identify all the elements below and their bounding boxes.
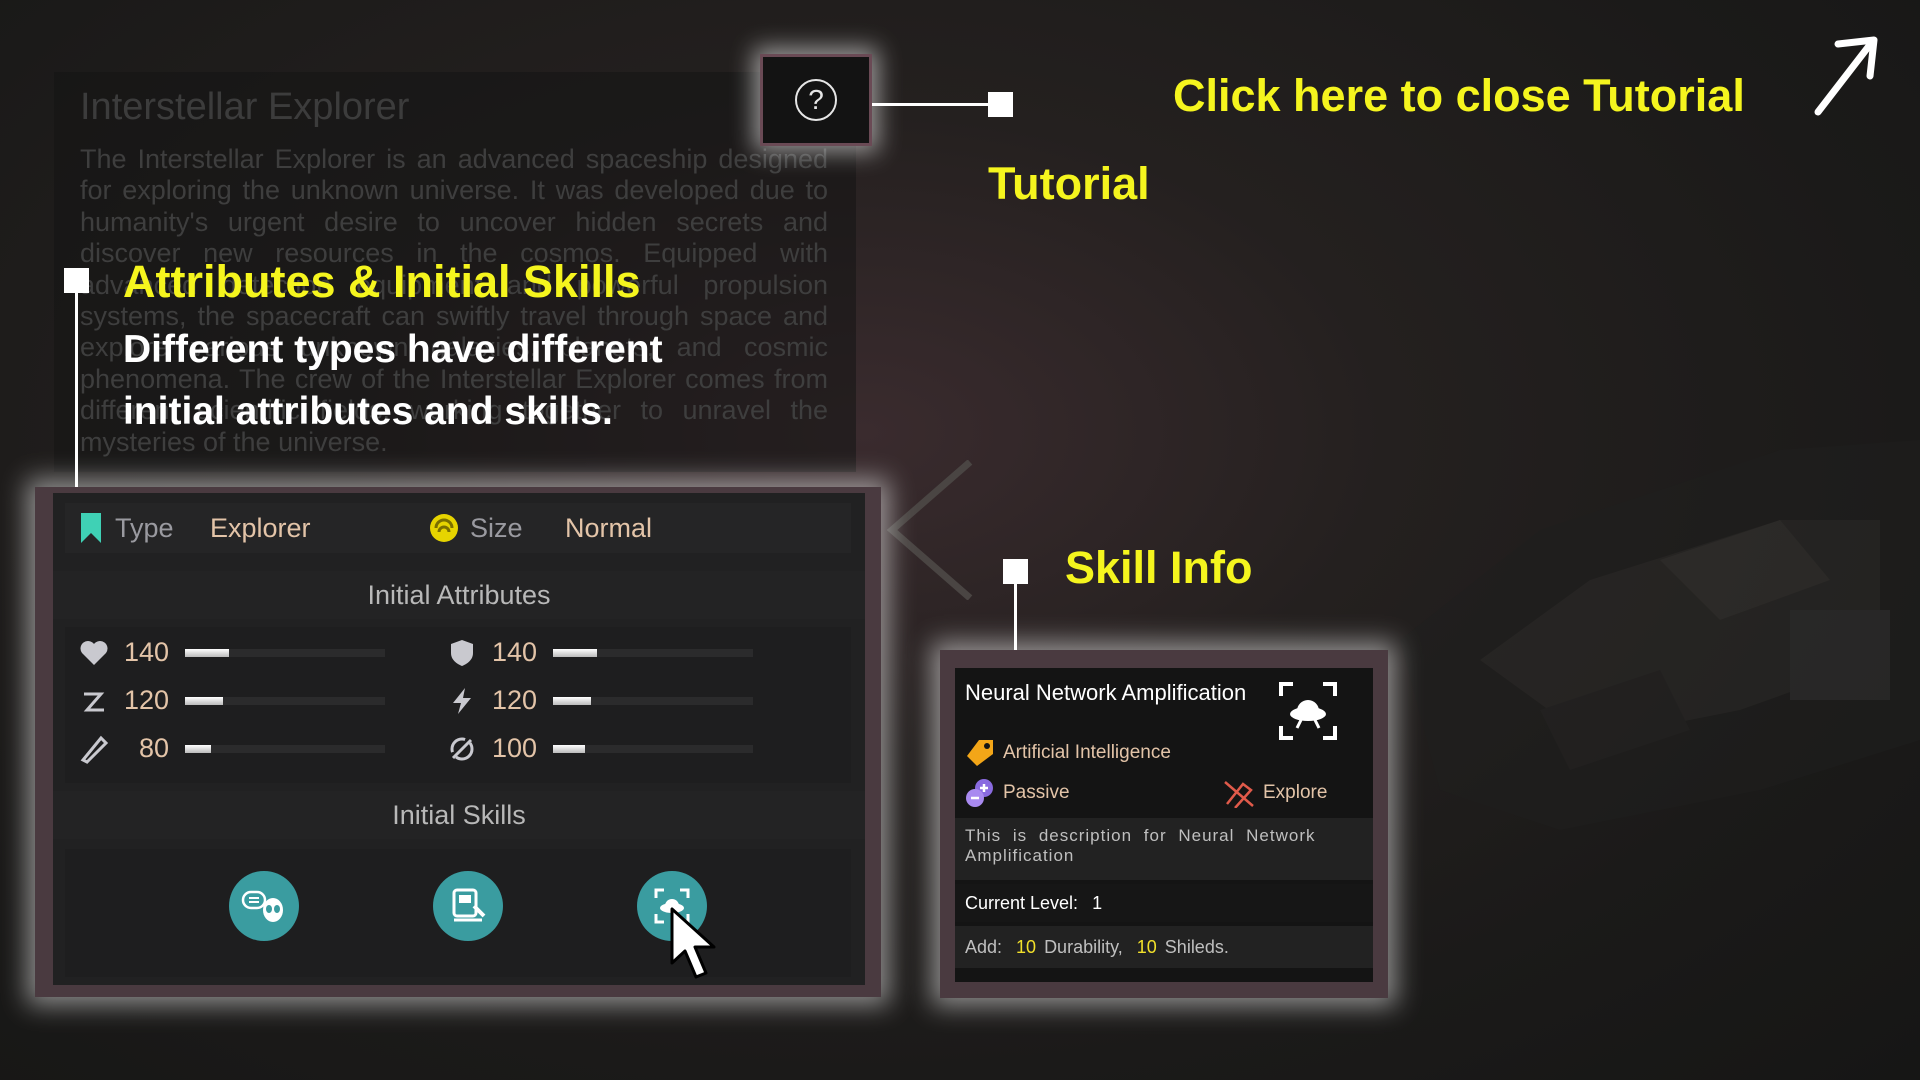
- add-shields-value: 10: [1136, 936, 1157, 957]
- stat-energy: 120: [447, 685, 753, 716]
- skill-bonus-row: Add: 10 Durability, 10 Shileds.: [955, 926, 1373, 968]
- speed-icon: [83, 692, 105, 711]
- add-durability-text: Durability,: [1044, 936, 1123, 957]
- level-value: 1: [1092, 892, 1103, 913]
- initial-skills-row: [65, 849, 851, 977]
- bookmark-icon: [81, 513, 101, 543]
- previous-chevron-icon: [886, 460, 973, 600]
- stat-bar: [553, 744, 753, 753]
- tag-icon: [967, 740, 993, 766]
- skill-mode: Passive: [1003, 782, 1070, 803]
- stat-bar-fill: [553, 744, 585, 753]
- stat-bar: [185, 648, 385, 657]
- skill-mode-row: Passive: [965, 778, 1070, 808]
- stat-bar-fill: [553, 648, 597, 657]
- stat-bar-fill: [185, 648, 229, 657]
- type-label: Type: [115, 512, 174, 543]
- stat-shield: 140: [447, 637, 753, 668]
- mouse-cursor-icon: [670, 907, 716, 979]
- skill-info-connector-marker: [1003, 559, 1028, 584]
- tutorial-connector-line: [872, 103, 990, 106]
- tutorial-help-button[interactable]: ?: [760, 54, 872, 146]
- add-label: Add:: [965, 936, 1003, 957]
- stat-value: 140: [123, 637, 169, 667]
- explore-icon: [1224, 781, 1254, 808]
- passive-plus-minus-icon: [966, 779, 993, 807]
- question-icon: ?: [795, 79, 837, 121]
- tutorial-label: Tutorial: [988, 158, 1150, 209]
- skill-info-connector-line: [1014, 582, 1017, 652]
- ufo-scan-icon: [1279, 682, 1337, 740]
- attributes-callout-title: Attributes & Initial Skills: [123, 256, 641, 307]
- shield-icon: [451, 639, 473, 666]
- skill-description: This is description for Neural Network A…: [955, 818, 1373, 880]
- skill-info-panel: Neural Network Amplification Artificial …: [940, 650, 1388, 998]
- skill-button-repair[interactable]: [433, 871, 503, 941]
- stat-value: 120: [491, 685, 537, 715]
- recycle-icon: [450, 737, 474, 760]
- stat-bar-fill: [185, 744, 211, 753]
- attributes-panel: Type Explorer Size Normal Initial Attrib…: [35, 487, 881, 997]
- skill-type-row: Explore: [1223, 778, 1327, 808]
- tutorial-connector-marker: [988, 92, 1013, 117]
- initial-skills-header: Initial Skills: [53, 791, 865, 839]
- skill-level-row: Current Level: 1: [955, 884, 1373, 922]
- stat-value: 80: [138, 733, 169, 763]
- blade-icon: [80, 735, 109, 764]
- stat-speed: 120: [79, 685, 385, 716]
- type-size-row: Type Explorer Size Normal: [65, 503, 851, 553]
- stat-bar-fill: [553, 696, 591, 705]
- heart-icon: [80, 640, 108, 665]
- stat-bar: [553, 648, 753, 657]
- skill-button-alien-chat[interactable]: [229, 871, 299, 941]
- stat-attack: 80: [79, 733, 385, 764]
- repair-station-icon: [452, 888, 486, 922]
- size-coin-icon: [430, 514, 458, 542]
- add-shields-text: Shileds.: [1164, 936, 1229, 957]
- skill-info-callout-title: Skill Info: [1065, 542, 1253, 593]
- skill-category-row: Artificial Intelligence: [965, 738, 1171, 768]
- stat-bar-fill: [185, 696, 223, 705]
- lightning-icon: [453, 687, 471, 714]
- stat-recovery: 100: [447, 733, 753, 764]
- size-value: Normal: [565, 512, 653, 543]
- stat-bar: [185, 696, 385, 705]
- attributes-stats-grid: 140 120 80 140 120 100: [65, 627, 851, 783]
- spaceship-image: [1400, 440, 1920, 830]
- stat-value: 120: [123, 685, 169, 715]
- add-durability-value: 10: [1016, 936, 1037, 957]
- stat-bar: [185, 744, 385, 753]
- close-tutorial-link[interactable]: Click here to close Tutorial: [1173, 70, 1745, 122]
- attributes-connector-line: [75, 290, 78, 488]
- skill-type: Explore: [1263, 782, 1328, 803]
- stat-health: 140: [79, 637, 385, 668]
- type-value: Explorer: [210, 512, 311, 543]
- stat-value: 100: [491, 733, 537, 763]
- size-label: Size: [470, 512, 523, 543]
- stat-bar: [553, 696, 753, 705]
- attributes-callout-line1: Different types have different: [123, 328, 663, 371]
- skill-name: Neural Network Amplification: [965, 680, 1247, 705]
- alien-chat-icon: [241, 890, 283, 922]
- level-label: Current Level:: [965, 892, 1079, 913]
- attributes-callout-line2: initial attributes and skills.: [123, 390, 613, 433]
- initial-attributes-header: Initial Attributes: [53, 571, 865, 619]
- ship-title: Interstellar Explorer: [80, 86, 410, 128]
- stat-value: 140: [491, 637, 537, 667]
- arrow-up-right-icon[interactable]: [1810, 34, 1882, 118]
- skill-category: Artificial Intelligence: [1003, 742, 1171, 763]
